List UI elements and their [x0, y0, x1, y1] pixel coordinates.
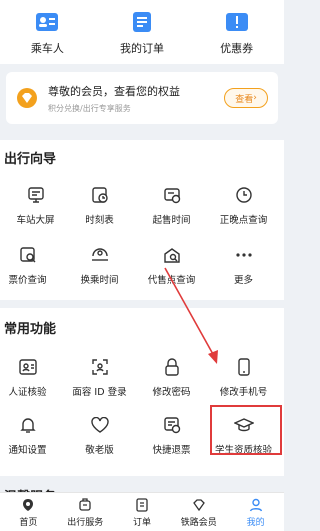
phone-icon	[233, 356, 255, 378]
tab-travel-service[interactable]: 出行服务	[57, 493, 114, 531]
grid-item-change-phone[interactable]: 修改手机号	[208, 356, 279, 398]
grid-label: 人证核验	[8, 387, 47, 398]
transfer-icon	[89, 244, 111, 266]
highlight-box	[210, 405, 282, 455]
grid-item-notification-settings[interactable]: 通知设置	[0, 414, 63, 456]
section-title: 常用功能	[4, 322, 57, 337]
refund-icon	[161, 414, 183, 436]
grid-label: 面容 ID 登录	[72, 387, 127, 398]
grid-item-fare-query[interactable]: 票价查询	[0, 244, 63, 286]
bell-icon	[17, 414, 39, 436]
grid-label: 修改密码	[152, 387, 191, 398]
grid-label: 修改手机号	[219, 387, 268, 398]
grid-label: 时刻表	[85, 215, 114, 226]
grid-item-transfer-time[interactable]: 换乘时间	[64, 244, 135, 286]
grid-label: 更多	[233, 275, 253, 286]
grid-label: 车站大屏	[16, 215, 55, 226]
heart-icon	[89, 414, 111, 436]
coupon-icon	[225, 10, 249, 34]
grid-item-agency-query[interactable]: 代售点查询	[136, 244, 207, 286]
quick-link-orders[interactable]: 我的订单	[95, 0, 190, 64]
grid-item-sale-time[interactable]: 起售时间	[136, 184, 207, 226]
quick-link-coupons[interactable]: 优惠券	[189, 0, 284, 64]
tab-railway-member[interactable]: 铁路会员	[170, 493, 227, 531]
bottom-tab-bar: 首页 出行服务 订单 铁路会员 我的	[0, 492, 284, 531]
fare-icon	[17, 244, 39, 266]
grid-item-delay-query[interactable]: 正晚点查询	[208, 184, 279, 226]
grid-label: 起售时间	[152, 215, 191, 226]
profile-icon	[248, 497, 264, 513]
grid-item-more[interactable]: 更多	[208, 244, 279, 286]
service-icon	[77, 497, 93, 513]
tab-label: 出行服务	[67, 518, 104, 528]
quick-link-label: 乘车人	[30, 42, 64, 55]
member-title: 尊敬的会员，查看您的权益	[48, 84, 180, 98]
quick-links: 乘车人 我的订单 优惠券	[0, 0, 284, 64]
tab-label: 首页	[19, 518, 38, 528]
quick-link-passenger[interactable]: 乘车人	[0, 0, 95, 64]
timetable-icon	[89, 184, 111, 206]
more-icon	[233, 244, 255, 266]
member-subtitle: 积分兑换/出行专享服务	[48, 103, 131, 113]
face-id-icon	[89, 356, 111, 378]
grid-item-change-password[interactable]: 修改密码	[136, 356, 207, 398]
sale-time-icon	[161, 184, 183, 206]
grid-item-station-screen[interactable]: 车站大屏	[0, 184, 71, 226]
member-icon	[191, 497, 207, 513]
grid-item-id-verify[interactable]: 人证核验	[0, 356, 63, 398]
travel-guide-section: 出行向导 车站大屏 时刻表 起售时间 正晚点查询 票价查询 换乘时间 代售点查询…	[0, 140, 284, 300]
id-verify-icon	[17, 356, 39, 378]
view-benefits-label: 查看	[235, 94, 254, 105]
grid-label: 通知设置	[8, 445, 47, 456]
grid-item-elderly-mode[interactable]: 敬老版	[64, 414, 135, 456]
grid-item-face-id-login[interactable]: 面容 ID 登录	[64, 356, 135, 398]
tab-orders[interactable]: 订单	[114, 493, 171, 531]
view-benefits-button[interactable]: 查看 ›	[224, 88, 268, 108]
diamond-icon	[16, 87, 38, 109]
tab-label: 铁路会员	[180, 518, 217, 528]
agency-icon	[161, 244, 183, 266]
grid-label: 敬老版	[85, 445, 114, 456]
grid-item-quick-refund[interactable]: 快捷退票	[136, 414, 207, 456]
tab-label: 我的	[246, 518, 265, 528]
clock-icon	[233, 184, 255, 206]
grid-label: 票价查询	[8, 275, 47, 286]
member-banner[interactable]: 尊敬的会员，查看您的权益 积分兑换/出行专享服务 查看 ›	[6, 72, 278, 124]
grid-label: 换乘时间	[80, 275, 119, 286]
member-text: 尊敬的会员，查看您的权益 积分兑换/出行专享服务	[48, 83, 224, 114]
quick-link-label: 优惠券	[220, 42, 254, 55]
section-title: 出行向导	[4, 152, 57, 167]
grid-label: 正晚点查询	[219, 215, 268, 226]
quick-link-label: 我的订单	[120, 42, 164, 55]
passenger-icon	[35, 10, 59, 34]
lock-icon	[161, 356, 183, 378]
tab-profile[interactable]: 我的	[227, 493, 284, 531]
tab-label: 订单	[132, 518, 151, 528]
grid-label: 代售点查询	[147, 275, 196, 286]
tab-home[interactable]: 首页	[0, 493, 57, 531]
home-icon	[20, 497, 36, 513]
screen-icon	[25, 184, 47, 206]
order-icon	[130, 10, 154, 34]
order-tab-icon	[134, 497, 150, 513]
grid-label: 快捷退票	[152, 445, 191, 456]
grid-item-timetable[interactable]: 时刻表	[64, 184, 135, 226]
